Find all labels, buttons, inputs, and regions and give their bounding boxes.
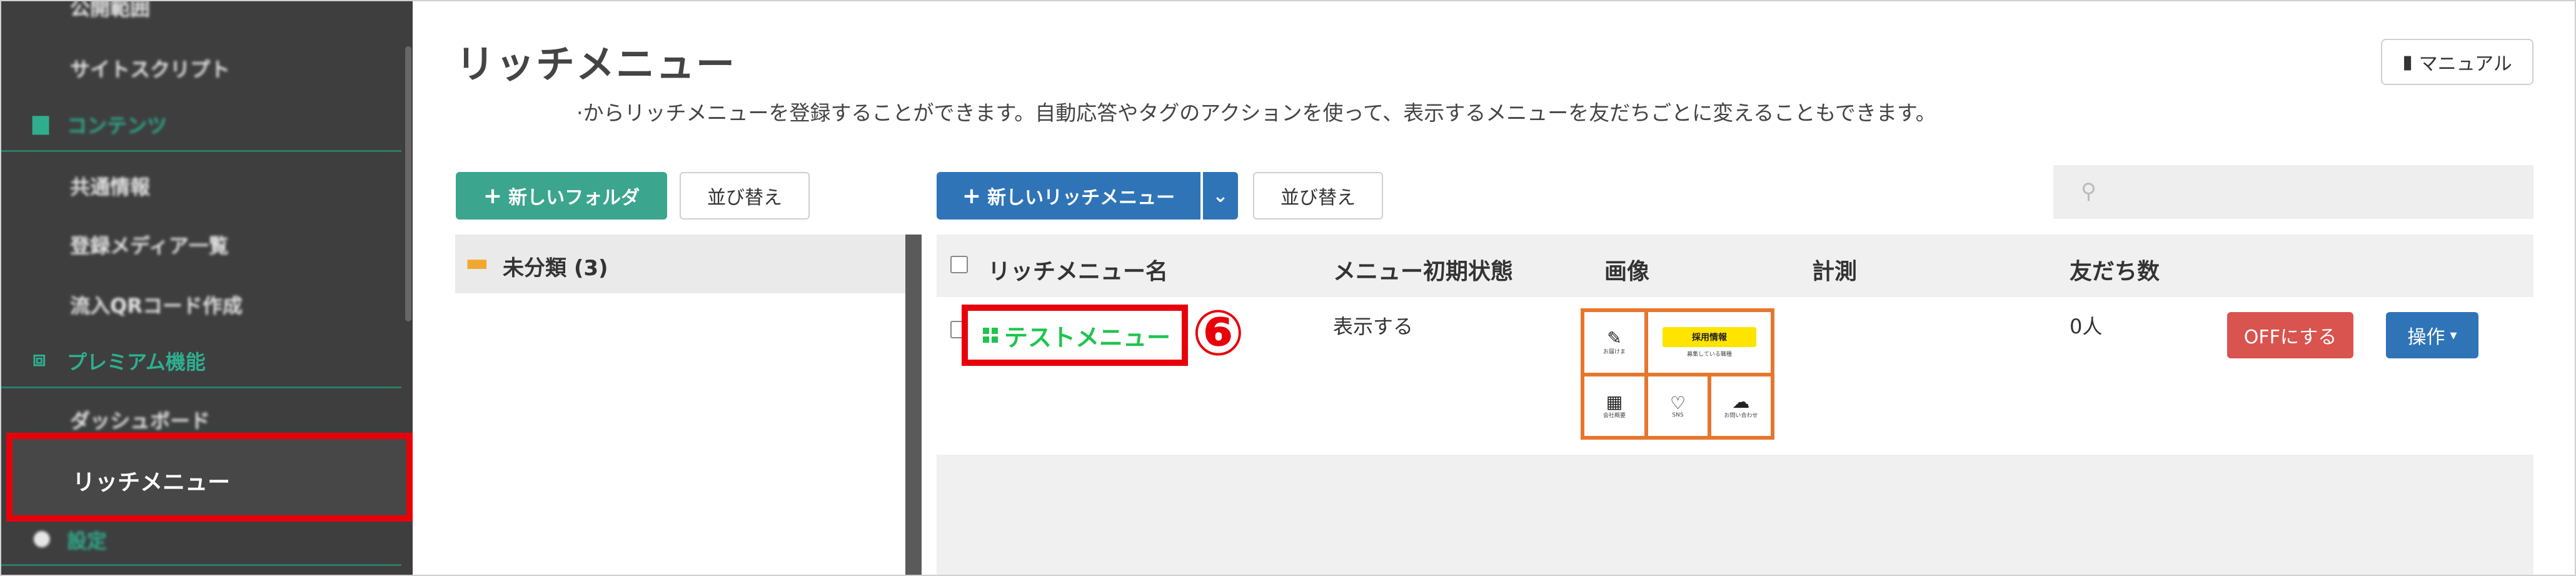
sidebar-item-label: 登録メディア一覧 bbox=[70, 234, 229, 258]
book-icon: ▮ bbox=[2402, 51, 2413, 73]
folder-item-uncategorized[interactable]: ▬ 未分類 (3) bbox=[455, 235, 907, 293]
richmenu-name-link[interactable]: テストメニュー bbox=[962, 305, 1188, 366]
thumb-cell: ♡ SNS bbox=[1648, 376, 1708, 436]
sort-label: 並び替え bbox=[707, 187, 782, 209]
sidebar-item-label: ダッシュボード bbox=[70, 409, 211, 433]
thumb-recruit-pill: 採用情報 bbox=[1663, 327, 1756, 347]
gift-icon: ⧈ bbox=[33, 346, 46, 371]
sidebar-item-label: サイトスクリプト bbox=[70, 58, 231, 81]
sidebar-section-label: プレミアム機能 bbox=[67, 350, 206, 374]
thumb-cell-label: お届けま bbox=[1602, 349, 1626, 355]
header-name[interactable]: リッチメニュー名 bbox=[988, 253, 1168, 286]
search-icon: ⚲ bbox=[2081, 179, 2096, 204]
sidebar-item-label: 共通情報 bbox=[70, 175, 151, 199]
select-all-checkbox[interactable] bbox=[950, 256, 968, 273]
sidebar: 公開範囲 サイトスクリプト ▆ コンテンツ 共通情報 登録メディア一覧 流入QR… bbox=[1, 1, 413, 575]
header-initial-state[interactable]: メニュー初期状態 bbox=[1333, 253, 1513, 286]
header-measure: 計測 bbox=[1812, 259, 1858, 285]
friends-count: 0人 bbox=[2070, 315, 2103, 338]
chevron-down-icon: ⌄ bbox=[1212, 184, 1229, 207]
manual-button[interactable]: ▮ マニュアル bbox=[2381, 39, 2533, 85]
search-input[interactable]: ⚲ bbox=[2053, 165, 2533, 219]
new-folder-button[interactable]: + 新しいフォルダ bbox=[456, 172, 667, 220]
sidebar-item-label: 流入QRコード作成 bbox=[70, 294, 243, 318]
table-row: テストメニュー ⑥ 表示する ✎ お届けま 採用情報 募集している職種 ▦ 会社… bbox=[937, 297, 2533, 455]
manual-label: マニュアル bbox=[2418, 53, 2512, 75]
sidebar-divider bbox=[1, 564, 401, 566]
folder-panel: ▬ 未分類 (3) bbox=[455, 235, 907, 575]
thumb-cell-recruit: 採用情報 募集している職種 bbox=[1648, 312, 1771, 373]
sort-label: 並び替え bbox=[1280, 187, 1356, 209]
richmenu-name-label: テストメニュー bbox=[1004, 323, 1171, 351]
step-marker: ⑥ bbox=[1192, 296, 1245, 370]
gear-icon: ● bbox=[33, 525, 51, 550]
main-content: リッチメニュー ·からリッチメニューを登録することができます。自動応答やタグのア… bbox=[414, 1, 2575, 575]
header-image: 画像 bbox=[1604, 259, 1650, 285]
thumb-cell: ☁ お問い合わせ bbox=[1711, 376, 1771, 436]
turn-off-button[interactable]: OFFにする bbox=[2227, 312, 2353, 358]
speech-bubble-icon: ☁ bbox=[1732, 392, 1750, 412]
app-frame: 公開範囲 サイトスクリプト ▆ コンテンツ 共通情報 登録メディア一覧 流入QR… bbox=[0, 0, 2576, 576]
plus-icon: + bbox=[483, 183, 503, 209]
initial-state-value: 表示する bbox=[1333, 315, 1414, 338]
sidebar-item-label: リッチメニュー bbox=[73, 470, 231, 495]
richmenu-sort-button[interactable]: 並び替え bbox=[1253, 172, 1383, 220]
page-title: リッチメニュー bbox=[456, 41, 737, 87]
table-header: リッチメニュー名 メニュー初期状態 画像 計測 友だち数 bbox=[937, 235, 2533, 297]
folder-icon: ▆ bbox=[33, 110, 49, 135]
richmenu-thumbnail[interactable]: ✎ お届けま 採用情報 募集している職種 ▦ 会社概要 ♡ SNS ☁ お問い合… bbox=[1581, 308, 1774, 440]
heart-chat-icon: ♡ bbox=[1669, 392, 1686, 413]
thumb-cell-subtitle: 募集している職種 bbox=[1687, 351, 1732, 358]
plus-icon: + bbox=[962, 183, 982, 209]
richmenu-grid-icon bbox=[983, 328, 998, 343]
thumb-cell-label: お問い合わせ bbox=[1724, 413, 1758, 419]
new-richmenu-label: 新しいリッチメニュー bbox=[987, 187, 1175, 209]
thumb-cell-label: SNS bbox=[1672, 412, 1684, 418]
caret-down-icon: ▾ bbox=[2450, 327, 2457, 343]
richmenu-table: リッチメニュー名 メニュー初期状態 画像 計測 友だち数 テストメニュー ⑥ 表… bbox=[937, 235, 2533, 575]
new-folder-label: 新しいフォルダ bbox=[508, 187, 640, 209]
turn-off-label: OFFにする bbox=[2243, 326, 2337, 348]
sidebar-section-label: コンテンツ bbox=[67, 114, 168, 138]
new-richmenu-dropdown[interactable]: ⌄ bbox=[1203, 172, 1238, 220]
pen-icon: ✎ bbox=[1607, 328, 1622, 348]
folder-sort-button[interactable]: 並び替え bbox=[680, 172, 810, 220]
folder-label: 未分類 (3) bbox=[503, 256, 608, 281]
thumb-cell: ✎ お届けま bbox=[1584, 312, 1644, 373]
thumb-cell-label: 会社概要 bbox=[1602, 413, 1626, 419]
actions-dropdown-button[interactable]: 操作 ▾ bbox=[2386, 312, 2478, 358]
sidebar-divider bbox=[1, 387, 401, 388]
sidebar-item-label: 公開範囲 bbox=[70, 0, 151, 20]
sidebar-scrollbar[interactable] bbox=[405, 46, 411, 321]
thumb-cell: ▦ 会社概要 bbox=[1584, 376, 1644, 436]
new-richmenu-button[interactable]: + 新しいリッチメニュー bbox=[937, 172, 1200, 220]
folder-open-icon: ▬ bbox=[465, 248, 489, 277]
sidebar-divider bbox=[1, 150, 401, 152]
panel-resize-handle[interactable] bbox=[905, 235, 922, 575]
building-icon: ▦ bbox=[1606, 392, 1623, 412]
sidebar-section-label: 設定 bbox=[67, 529, 108, 553]
sidebar-item-richmenu[interactable]: リッチメニュー bbox=[6, 433, 413, 522]
header-friends[interactable]: 友だち数 bbox=[2070, 253, 2160, 286]
actions-label: 操作 bbox=[2407, 326, 2445, 348]
page-description: ·からリッチメニューを登録することができます。自動応答やタグのアクションを使って… bbox=[576, 101, 1936, 125]
